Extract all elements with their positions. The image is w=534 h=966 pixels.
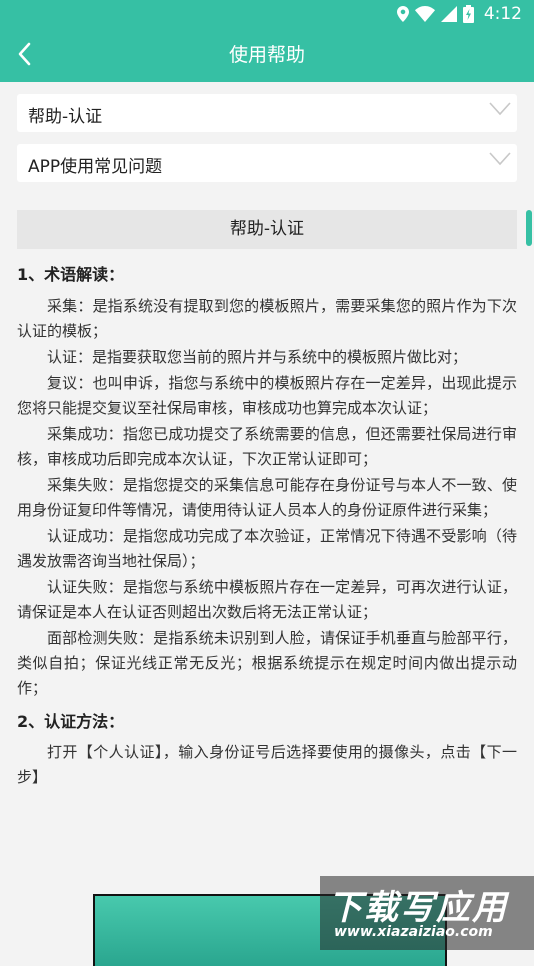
battery-icon: [462, 5, 474, 23]
select-label: APP使用常见问题: [28, 157, 163, 177]
status-bar: 4:12: [0, 0, 534, 28]
term-paragraph: 认证失败：是指您与系统中模板照片存在一定差异，可再次进行认证，请保证是本人在认证…: [17, 578, 517, 621]
watermark-url: www.xiazaiziao.com: [334, 924, 493, 940]
status-time: 4:12: [483, 4, 522, 24]
section-title: 帮助-认证: [17, 210, 517, 249]
help-category-select[interactable]: 帮助-认证: [17, 94, 517, 132]
app-header: 使用帮助: [0, 28, 534, 82]
scrollbar[interactable]: [526, 210, 532, 246]
status-icons: 4:12: [396, 3, 522, 25]
select-label: 帮助-认证: [28, 107, 103, 127]
term-paragraph: 认证：是指要获取您当前的照片并与系统中的模板照片做比对；: [47, 348, 468, 366]
faq-category-select[interactable]: APP使用常见问题: [17, 144, 517, 182]
term-paragraph: 认证成功：是指您成功完成了本次验证，正常情况下待遇不受影响（待遇发放需咨询当地社…: [17, 527, 517, 570]
help-content: 1、术语解读： 采集：是指系统没有提取到您的模板照片，需要采集您的照片作为下次认…: [17, 262, 517, 791]
term-paragraph: 采集成功：指您已成功提交了系统需要的信息，但还需要社保局进行审核，审核成功后即完…: [17, 425, 517, 468]
watermark-text: 下载写应用: [328, 888, 508, 928]
signal-icon: [440, 6, 457, 22]
location-icon: [396, 6, 409, 22]
term-paragraph: 复议：也叫申诉，指您与系统中的模板照片存在一定差异，出现此提示您将只能提交复议至…: [17, 374, 517, 417]
term-paragraph: 面部检测失败：是指系统未识别到人脸，请保证手机垂直与脸部平行，类似自拍；保证光线…: [17, 629, 517, 697]
chevron-down-icon: [489, 152, 511, 166]
term-paragraph: 采集：是指系统没有提取到您的模板照片，需要采集您的照片作为下次认证的模板；: [17, 297, 517, 340]
term-paragraph: 采集失败：是指您提交的采集信息可能存在身份证号与本人不一致、使用身份证复印件等情…: [17, 476, 517, 519]
watermark: 下载写应用 www.xiazaiziao.com: [320, 876, 534, 950]
method-paragraph: 打开【个人认证】，输入身份证号后选择要使用的摄像头，点击【下一步】: [17, 743, 517, 786]
wifi-icon: [414, 6, 435, 22]
page-title: 使用帮助: [228, 44, 305, 66]
terms-heading: 1、术语解读：: [17, 265, 125, 284]
method-heading: 2、认证方法：: [17, 712, 125, 731]
chevron-down-icon: [489, 102, 511, 116]
